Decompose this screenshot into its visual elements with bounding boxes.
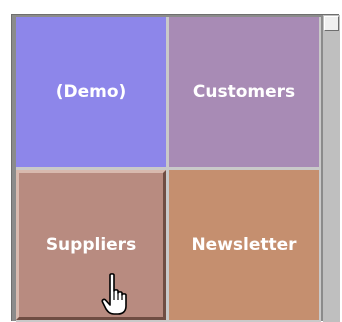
newsletter-tile-label: Newsletter [191, 235, 297, 255]
demo-tile-label: (Demo) [55, 82, 127, 102]
newsletter-tile-button[interactable]: Newsletter [169, 170, 319, 320]
demo-tile-button[interactable]: (Demo) [16, 17, 166, 167]
vertical-scrollbar[interactable] [323, 15, 340, 322]
suppliers-tile-label: Suppliers [45, 235, 137, 255]
tile-panel: (Demo) Customers Suppliers Newsletter [11, 14, 340, 322]
scrollbar-thumb[interactable] [324, 16, 339, 31]
customers-tile-label: Customers [192, 82, 296, 102]
tile-grid: (Demo) Customers Suppliers Newsletter [16, 17, 321, 322]
customers-tile-button[interactable]: Customers [169, 17, 319, 167]
suppliers-tile-button[interactable]: Suppliers [16, 170, 166, 320]
